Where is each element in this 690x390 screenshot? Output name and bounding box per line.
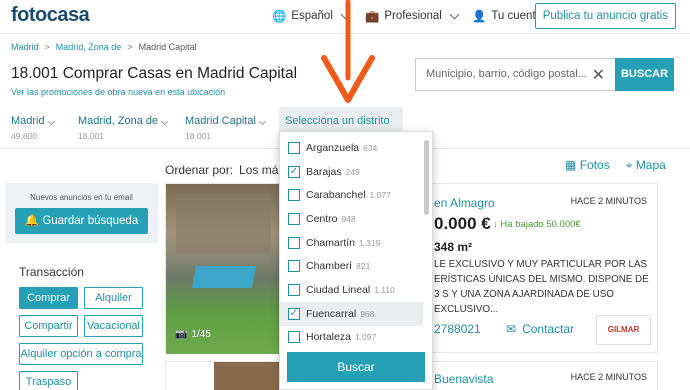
district-count: 948	[341, 213, 356, 224]
location-filter[interactable]: Madrid 49.800	[11, 115, 55, 141]
search-placeholder: Municipio, barrio, código postal...	[426, 68, 587, 80]
listing-description: LE EXCLUSIVO Y MUY PARTICULAR POR LAS ER…	[434, 259, 649, 315]
transaction-share-button[interactable]: Compartir	[19, 315, 78, 337]
district-option[interactable]: ✓ Fuencarral 968	[280, 301, 423, 326]
checkbox[interactable]	[288, 331, 300, 344]
district-dropdown: Arganzuela 634 ✓ Barajas 249 Carabanchel 1.077…	[279, 131, 433, 390]
email-alert-note: Nuevos anuncios en tu email	[30, 193, 133, 202]
chevron-down-icon	[47, 117, 55, 126]
account-link[interactable]: 👤 Tu cuenta	[472, 9, 542, 23]
district-count: 821	[356, 261, 371, 272]
checkbox[interactable]	[288, 260, 300, 273]
photos-view-toggle[interactable]: ▦ Fotos	[565, 158, 610, 173]
listing-location[interactable]: Buenavista	[434, 372, 493, 386]
publish-ad-button[interactable]: Publica tu anuncio gratis	[534, 3, 676, 29]
checkbox[interactable]	[288, 141, 300, 154]
chevron-down-icon	[161, 117, 169, 126]
checkbox[interactable]	[288, 189, 300, 202]
district-count: 968	[360, 308, 375, 319]
search-input[interactable]: Municipio, barrio, código postal... ✕	[415, 58, 615, 91]
district-name: Chamartín	[306, 236, 356, 249]
listing-time: HACE 2 MINUTOS	[570, 196, 647, 206]
listing-photo[interactable]: 📷 1/45	[166, 184, 281, 354]
breadcrumb-current: Madrid Capital	[138, 42, 197, 52]
checkbox[interactable]	[288, 283, 300, 296]
district-count: 1.097	[354, 332, 377, 343]
district-option[interactable]: ✓ Barajas 249	[280, 160, 423, 184]
district-search-button[interactable]: Buscar	[287, 352, 425, 382]
district-name: Hortaleza	[306, 331, 351, 344]
search-button[interactable]: BUSCAR	[615, 58, 674, 91]
listing-location[interactable]: en Almagro	[434, 196, 495, 210]
checkbox[interactable]	[288, 212, 300, 225]
photo-counter: 📷 1/45	[175, 329, 211, 340]
listing-size: 348 m²	[434, 240, 473, 254]
district-name: Arganzuela	[306, 141, 360, 154]
save-search-button[interactable]: 🔔 Guardar búsqueda	[15, 208, 148, 234]
user-icon: 👤	[472, 11, 487, 23]
new-build-promo-link[interactable]: Ver las promociones de obra nueva en est…	[11, 87, 225, 97]
transaction-transfer-button[interactable]: Traspaso	[19, 371, 78, 390]
district-count: 1.319	[359, 237, 381, 248]
district-name: Carabanchel	[306, 189, 366, 202]
map-pin-icon: ⌖	[625, 158, 633, 172]
grid-icon: ▦	[565, 158, 577, 172]
district-option[interactable]: Ciudad Lineal 1.110	[280, 278, 423, 302]
transaction-holiday-button[interactable]: Vacacional	[84, 315, 143, 337]
contact-button[interactable]: ✉ Contactar	[506, 322, 574, 336]
listing-phone[interactable]: 2788021	[434, 322, 481, 336]
price-drop-badge: ↓ Ha bajado 50.000€	[493, 219, 581, 230]
chevron-down-icon	[449, 9, 460, 19]
district-count: 1.110	[374, 284, 395, 295]
district-name: Ciudad Lineal	[306, 283, 371, 296]
district-list: Arganzuela 634 ✓ Barajas 249 Carabanchel 1.077…	[280, 136, 423, 349]
breadcrumb-item[interactable]: Madrid, Zona de	[56, 42, 122, 52]
saved-search-panel: Nuevos anuncios en tu email 🔔 Guardar bú…	[5, 183, 158, 243]
dropdown-scrollbar[interactable]	[424, 140, 429, 215]
breadcrumb-item[interactable]: Madrid	[11, 42, 39, 52]
map-view-toggle[interactable]: ⌖ Mapa	[626, 158, 666, 173]
location-filter[interactable]: Madrid Capital 18.001	[185, 115, 266, 141]
district-option[interactable]: Chamberí 821	[280, 254, 423, 278]
transaction-rent-to-own-button[interactable]: Alquiler opción a compra	[19, 343, 143, 365]
checkbox[interactable]: ✓	[288, 165, 300, 178]
checkbox[interactable]: ✓	[288, 307, 300, 320]
district-name: Barajas	[306, 165, 342, 178]
pool-image-detail	[192, 266, 256, 288]
annotation-arrow-icon	[321, 0, 375, 103]
page-title: 18.001 Comprar Casas en Madrid Capital	[11, 65, 298, 82]
agency-logo[interactable]: GILMAR	[596, 315, 651, 345]
listing-time: HACE 2 MINUTOS	[570, 372, 647, 382]
view-switch: ▦ Fotos ⌖ Mapa	[565, 158, 666, 173]
district-name: Fuencarral	[306, 307, 357, 320]
district-option[interactable]: Centro 948	[280, 207, 423, 231]
district-option[interactable]: Hortaleza 1.097	[280, 326, 423, 350]
transaction-rent-button[interactable]: Alquiler	[84, 287, 143, 309]
breadcrumb: Madrid > Madrid, Zona de > Madrid Capita…	[11, 42, 197, 52]
district-option[interactable]: Arganzuela 634	[280, 136, 423, 160]
district-option[interactable]: Carabanchel 1.077	[280, 183, 423, 207]
district-option[interactable]: Chamartín 1.319	[280, 231, 423, 255]
sort-control[interactable]: Ordenar por: Los más	[165, 163, 284, 177]
listing-price: 0.000 €	[434, 214, 491, 233]
district-count: 249	[345, 166, 360, 177]
transaction-buy-button[interactable]: Comprar	[19, 287, 78, 309]
envelope-icon: ✉	[506, 322, 517, 336]
district-name: Centro	[306, 212, 338, 225]
globe-icon: 🌐	[272, 11, 287, 23]
location-filter[interactable]: Madrid, Zona de 18.001	[78, 115, 169, 141]
district-count: 1.077	[369, 190, 391, 201]
listing-photo[interactable]	[214, 362, 281, 390]
camera-icon: 📷	[175, 329, 188, 340]
profesional-menu[interactable]: 💼 Profesional	[365, 9, 460, 23]
district-count: 634	[363, 142, 378, 153]
fotocasa-logo[interactable]: fotocasa	[11, 4, 90, 27]
clear-icon[interactable]: ✕	[592, 65, 605, 85]
checkbox[interactable]	[288, 236, 300, 249]
bell-icon: 🔔	[24, 215, 40, 227]
chevron-down-icon	[258, 117, 266, 126]
transaction-heading: Transacción	[19, 265, 84, 279]
district-name: Chamberí	[306, 260, 353, 273]
